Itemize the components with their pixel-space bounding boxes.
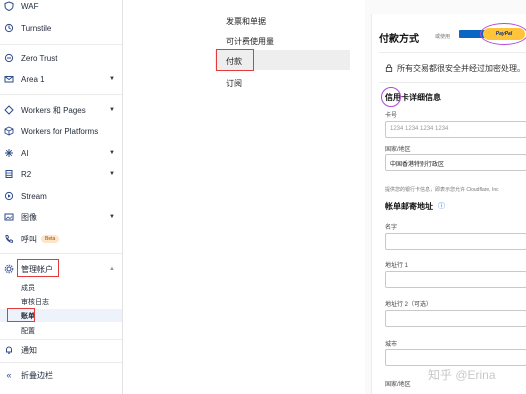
sidebar-item-workers-platforms[interactable]: Workers for Platforms [0, 122, 122, 140]
beta-badge: Beta [41, 235, 60, 244]
sidebar-item-notifications[interactable]: 通知 [0, 341, 122, 359]
sidebar-subitem-members[interactable]: 成员 [21, 283, 35, 293]
billing-address-heading: 帐单邮寄地址 [385, 202, 433, 211]
sidebar-item-zero-trust[interactable]: Zero Trust [0, 49, 122, 67]
highlight-circle [480, 23, 526, 45]
sidebar-item-turnstile[interactable]: Turnstile [0, 19, 122, 37]
sidebar-item-text: 呼叫 [21, 234, 37, 244]
card-number-input[interactable]: 1234 1234 1234 1234 [385, 121, 526, 138]
or-use-label: 或使用 [435, 34, 451, 40]
sidebar-item-label: Turnstile [21, 23, 52, 33]
sidebar-item-r2[interactable]: R2 ▼ [0, 165, 122, 183]
chevron-down-icon: ▼ [109, 171, 115, 177]
chevron-down-icon: ▼ [109, 150, 115, 156]
sidebar-divider [0, 362, 122, 363]
sidebar-item-label: 折叠边栏 [21, 370, 53, 380]
address-line2-input[interactable] [385, 310, 526, 327]
lock-icon [385, 64, 393, 72]
sidebar-subitem-audit-log[interactable]: 审核日志 [21, 297, 49, 307]
name-label: 名字 [385, 225, 398, 231]
card-number-label: 卡号 [385, 113, 398, 119]
sidebar-item-label: Zero Trust [21, 53, 58, 63]
billing-nav: 发票和单据 可计费使用量 付款 订阅 [123, 0, 365, 394]
stream-icon [4, 191, 14, 201]
nav-item-subscriptions[interactable]: 订阅 [226, 78, 242, 89]
nav-item-invoices[interactable]: 发票和单据 [226, 16, 266, 27]
sidebar-item-stream[interactable]: Stream [0, 187, 122, 205]
zero-trust-icon [4, 53, 14, 63]
storage-icon [4, 169, 14, 179]
sidebar-item-calls[interactable]: 呼叫 Beta [0, 230, 122, 248]
sidebar-item-label: 通知 [21, 345, 37, 355]
workers-icon [4, 105, 14, 115]
payment-method-title: 付款方式 [379, 34, 419, 45]
sidebar-item-images[interactable]: 图像 ▼ [0, 208, 122, 226]
sidebar-divider [0, 94, 122, 95]
address-line1-label: 地址行 1 [385, 263, 409, 269]
watermark: 知乎 @Erina [428, 368, 496, 382]
sidebar-item-ai[interactable]: AI ▼ [0, 144, 122, 162]
collapse-sidebar-button[interactable]: « 折叠边栏 [0, 366, 122, 384]
sidebar-item-workers-pages[interactable]: Workers 和 Pages ▼ [0, 101, 122, 119]
bell-icon [4, 345, 14, 355]
sidebar-divider [0, 339, 122, 340]
image-icon [4, 212, 14, 222]
sidebar-item-label: R2 [21, 169, 32, 179]
chevron-down-icon: ▼ [109, 107, 115, 113]
collapse-icon: « [6, 370, 12, 380]
sidebar-item-label: AI [21, 148, 29, 158]
phone-icon [4, 234, 14, 244]
gear-icon [4, 264, 14, 274]
payment-panel: 付款方式 或使用 PayPal 所有交易都很安全并经过加密处理。 信用卡详细信息… [365, 0, 526, 394]
chevron-down-icon: ▼ [109, 76, 115, 82]
sidebar-item-label: WAF [21, 1, 39, 11]
sidebar-item-area1[interactable]: Area 1 ▼ [0, 70, 122, 88]
sidebar-divider [0, 44, 122, 45]
mail-icon [4, 74, 14, 84]
address-line2-label: 地址行 2（可选） [385, 302, 433, 308]
chevron-up-icon: ▲ [109, 266, 115, 272]
ai-icon [4, 148, 14, 158]
sidebar-divider [0, 253, 122, 254]
sidebar-item-label: Workers 和 Pages [21, 105, 86, 115]
country2-label: 国家/地区 [385, 382, 411, 388]
sidebar-item-label: 图像 [21, 212, 37, 222]
sidebar-item-label: Area 1 [21, 74, 45, 84]
chevron-down-icon: ▼ [109, 214, 115, 220]
highlight-box [216, 49, 254, 71]
sidebar-item-waf[interactable]: WAF [0, 0, 122, 15]
authorization-note: 提供您的银行卡信息，即表示您允许 Cloudflare, Inc [385, 187, 499, 193]
address-line1-input[interactable] [385, 271, 526, 288]
sidebar: WAF Turnstile Zero Trust Area 1 ▼ Worker… [0, 0, 123, 394]
country-value: 中国香港特别行政区 [390, 162, 445, 168]
highlight-circle [381, 87, 401, 107]
divider [379, 52, 526, 53]
sidebar-subitem-config[interactable]: 配置 [21, 326, 35, 336]
nav-item-usage[interactable]: 可计费使用量 [226, 36, 274, 47]
name-input[interactable] [385, 233, 526, 250]
turnstile-icon [4, 23, 14, 33]
city-input[interactable] [385, 349, 526, 366]
city-label: 城市 [385, 342, 398, 348]
country-select[interactable]: 中国香港特别行政区 [385, 154, 526, 171]
cube-icon [4, 126, 14, 136]
sidebar-item-label: 呼叫 Beta [21, 234, 60, 245]
info-icon[interactable]: ⓘ [438, 201, 445, 211]
shield-icon [4, 1, 14, 11]
sidebar-item-label: Workers for Platforms [21, 126, 99, 136]
country-label: 国家/地区 [385, 147, 411, 153]
divider [379, 82, 526, 83]
sidebar-item-label: Stream [21, 191, 47, 201]
highlight-box [17, 259, 59, 277]
highlight-box [7, 308, 35, 322]
card-number-placeholder: 1234 1234 1234 1234 [390, 126, 449, 132]
secure-transactions-note: 所有交易都很安全并经过加密处理。 [397, 64, 525, 73]
